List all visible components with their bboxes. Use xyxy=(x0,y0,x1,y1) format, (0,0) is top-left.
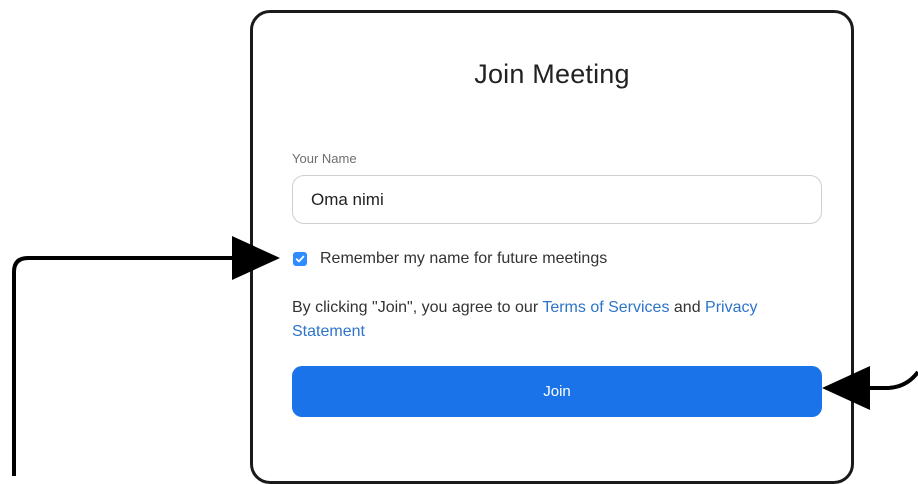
right-callout-line xyxy=(864,370,918,390)
left-callout-line xyxy=(12,256,232,476)
left-callout-arrowhead xyxy=(232,236,280,280)
right-callout-arrowhead xyxy=(822,366,870,410)
annotation-arrows xyxy=(12,236,918,476)
